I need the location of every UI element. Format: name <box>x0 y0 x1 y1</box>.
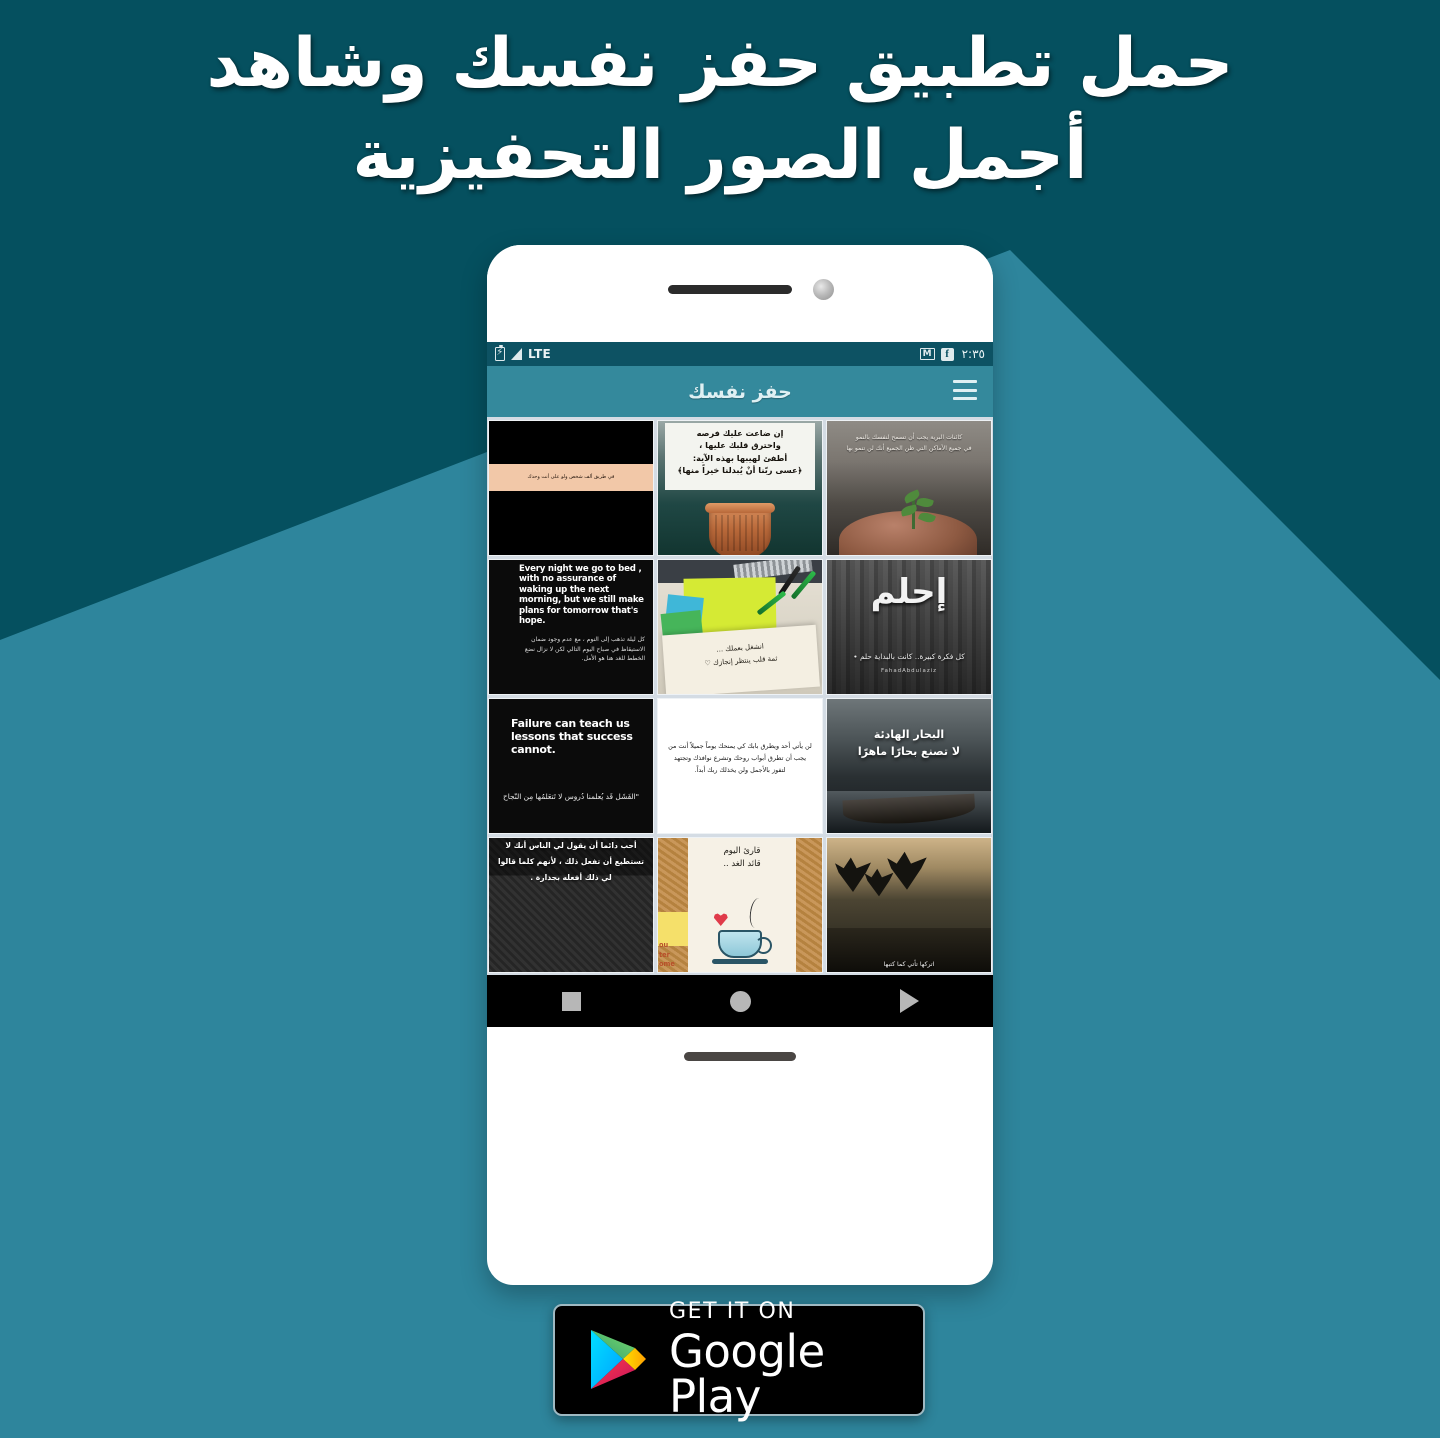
english-quote: Every night we go to bed , with no assur… <box>519 564 644 627</box>
square-recents-icon[interactable] <box>561 991 581 1011</box>
hamburger-menu-icon[interactable] <box>953 380 977 400</box>
front-camera-icon <box>813 279 834 300</box>
google-play-label: Google Play <box>669 1325 825 1423</box>
quote-line-4: ﴿عسى ربّنا أنْ يُبدلنا خيراً منها﴾ <box>677 465 803 476</box>
palm-tree-icon <box>887 851 927 890</box>
battery-charging-icon <box>495 345 505 361</box>
header-line-2: قائد الغد .. <box>723 858 761 869</box>
sticky-line-1: ou <box>659 941 669 950</box>
status-bar-right: M f ٢:٣٥ <box>919 347 985 361</box>
network-type-label: LTE <box>528 347 551 361</box>
sticky-note-text: ou ter ome <box>659 941 693 970</box>
header-text: قارئ اليوم قائد الغد .. <box>692 844 792 871</box>
gallery-item-quote-card-opportunity-pot[interactable]: إن ضاعت عليك فرصه واحترق قلبك عليها ، أط… <box>657 420 823 556</box>
android-nav-bar <box>487 975 993 1027</box>
google-play-badge-text: GET IT ON Google Play <box>669 1299 923 1423</box>
arabic-quote: "الفَشَل قَد يُعلمنا دُروس لا تَتعَلمُها… <box>502 792 640 801</box>
phone-bottom-bezel <box>487 1027 993 1111</box>
soil-mound <box>839 511 977 555</box>
quote-line-2: في جميع الأماكن التي ظن الجميع أنك لن تن… <box>846 444 972 452</box>
sticky-line-2: ter <box>659 950 670 959</box>
dream-subtitle: كل فكرة كبيرة.. كانت بالبداية حلم • <box>853 652 965 661</box>
english-quote: Failure can teach us lessons that succes… <box>511 717 633 757</box>
quote-line-3: أطفئ لهيبها بهذه الآية: <box>692 452 788 463</box>
phone-mockup: LTE M f ٢:٣٥ حفز نفسك في طريق ألف شخص ول… <box>487 245 993 1285</box>
app-title: حفز نفسك <box>688 380 792 403</box>
triangle-back-icon[interactable] <box>899 989 919 1013</box>
get-it-on-label: GET IT ON <box>669 1299 796 1324</box>
quote-line-1: البحار الهادئة <box>873 728 945 741</box>
gallery-item-quote-card-white-doors[interactable]: لن يأتي أحد ويطرق بابك كي يمنحك يوماً جم… <box>657 698 823 834</box>
earpiece-speaker-icon <box>668 285 792 294</box>
quote-line-1: كائنات البرية يجب أن تسمح لنفسك بالنمو <box>855 434 963 441</box>
quote-line-1: إن ضاعت عليك فرصه <box>696 428 784 438</box>
image-grid: في طريق ألف شخص ولو على أنت وحدك إن ضاعت… <box>488 420 992 975</box>
app-bar: حفز نفسك <box>487 366 993 417</box>
gallery-item-quote-card-every-night-hope[interactable]: Every night we go to bed , with no assur… <box>488 559 654 695</box>
google-play-triangle-icon <box>589 1328 647 1392</box>
arabic-quote: أحب دائما أن يقول لي الناس أنك لا تستطيع… <box>497 841 644 882</box>
gallery-item-quote-card-sprout-soil[interactable]: كائنات البرية يجب أن تسمح لنفسك بالنمو ف… <box>826 420 992 556</box>
gallery-item-quote-card-black-peach[interactable]: في طريق ألف شخص ولو على أنت وحدك <box>488 420 654 556</box>
gallery-scroll-area[interactable]: في طريق ألف شخص ولو على أنت وحدك إن ضاعت… <box>487 417 993 975</box>
coffee-cup-icon <box>718 930 772 958</box>
gmail-icon: M <box>919 348 935 360</box>
peach-band: في طريق ألف شخص ولو على أنت وحدك <box>489 464 653 491</box>
gallery-item-photo-palm-sunset[interactable]: اتركها تأتي كما كتبها <box>826 837 992 973</box>
status-bar-left: LTE <box>495 345 551 361</box>
gallery-item-quote-card-dark-road[interactable]: أحب دائما أن يقول لي الناس أنك لا تستطيع… <box>488 837 654 973</box>
circle-home-icon[interactable] <box>729 990 751 1012</box>
phone-top-bezel <box>487 245 993 342</box>
note-text: انشغل بعملك ... ثمة قلب ينتظر إنجازك ♡ <box>671 637 811 673</box>
quote-overlay: كائنات البرية يجب أن تسمح لنفسك بالنمو ف… <box>833 433 985 454</box>
gallery-item-quote-card-dream-city[interactable]: إحلم كل فكرة كبيرة.. كانت بالبداية حلم •… <box>826 559 992 695</box>
saucer <box>712 959 768 964</box>
quote-card-overlay: إن ضاعت عليك فرصه واحترق قلبك عليها ، أط… <box>665 423 815 490</box>
quote-line-2: واحترق قلبك عليها ، <box>699 440 781 451</box>
signal-triangle-icon <box>511 348 522 360</box>
facebook-icon: f <box>940 347 954 361</box>
copper-pot-illustration <box>705 503 775 555</box>
arabic-quote: البحار الهادئة لا تصنع بحارًا ماهرًا <box>831 727 987 760</box>
gallery-item-quote-card-failure-lessons[interactable]: Failure can teach us lessons that succes… <box>488 698 654 834</box>
gallery-item-photo-coffee-cup-reader[interactable]: قارئ اليوم قائد الغد .. ou ter ome <box>657 837 823 973</box>
handwritten-note: انشغل بعملك ... ثمة قلب ينتظر إنجازك ♡ <box>662 624 820 694</box>
google-play-badge[interactable]: GET IT ON Google Play <box>553 1299 925 1423</box>
header-line-1: قارئ اليوم <box>723 845 761 855</box>
arabic-quote: لن يأتي أحد ويطرق بابك كي يمنحك يوماً جم… <box>668 742 812 774</box>
sprout-leaf <box>916 495 935 510</box>
status-bar-clock: ٢:٣٥ <box>961 347 985 361</box>
gallery-item-photo-notebook-pens-note[interactable]: انشغل بعملك ... ثمة قلب ينتظر إنجازك ♡ <box>657 559 823 695</box>
quote-line-2: لا تصنع بحارًا ماهرًا <box>857 744 961 758</box>
gallery-item-quote-card-calm-seas-boat[interactable]: البحار الهادئة لا تصنع بحارًا ماهرًا <box>826 698 992 834</box>
arabic-caption: اتركها تأتي كما كتبها <box>883 960 935 968</box>
status-bar: LTE M f ٢:٣٥ <box>487 342 993 366</box>
sticky-line-3: ome <box>659 960 675 969</box>
palm-tree-icon <box>864 868 894 897</box>
page-title: حمل تطبيق حفز نفسك وشاهد أجمل الصور التح… <box>206 24 1234 195</box>
gallery-item-text: في طريق ألف شخص ولو على أنت وحدك <box>527 474 615 480</box>
home-bar-icon <box>684 1052 796 1061</box>
arabic-quote: كل ليلة تذهب إلى النوم ، مع عدم وجود ضما… <box>524 636 645 663</box>
cork-board-right <box>796 838 822 972</box>
dream-word: إحلم <box>870 572 948 612</box>
artist-signature: FahadAbdulaziz <box>881 668 937 674</box>
